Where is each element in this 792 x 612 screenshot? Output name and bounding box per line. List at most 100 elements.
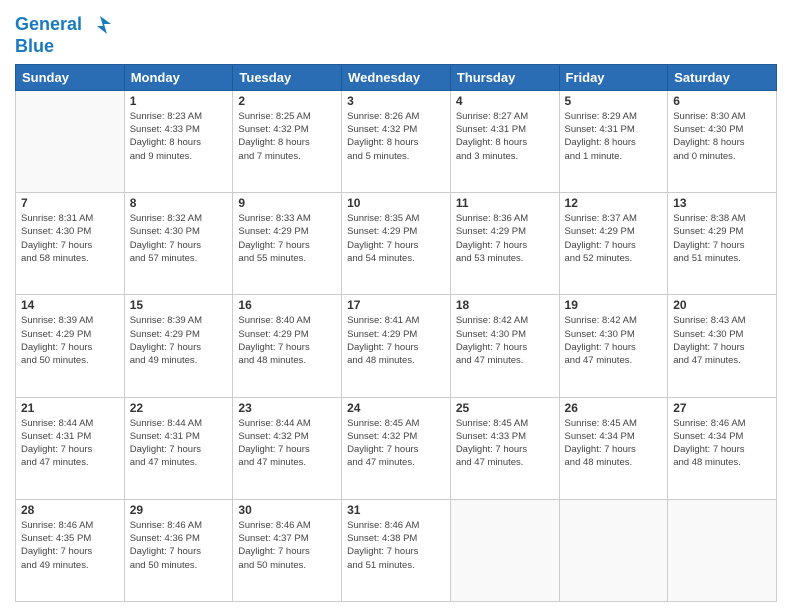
weekday-header-sunday: Sunday bbox=[16, 64, 125, 90]
calendar-week-2: 7 Sunrise: 8:31 AM Sunset: 4:30 PM Daylig… bbox=[16, 193, 777, 295]
day-info: Sunrise: 8:31 AM Sunset: 4:30 PM Dayligh… bbox=[21, 212, 119, 265]
logo-bird-icon bbox=[89, 14, 111, 36]
day-number: 13 bbox=[673, 196, 771, 210]
day-number: 9 bbox=[238, 196, 336, 210]
calendar-week-3: 14 Sunrise: 8:39 AM Sunset: 4:29 PM Dayli… bbox=[16, 295, 777, 397]
day-number: 6 bbox=[673, 94, 771, 108]
day-number: 4 bbox=[456, 94, 554, 108]
calendar-cell bbox=[668, 499, 777, 601]
calendar-cell: 20Sunrise: 8:43 AM Sunset: 4:30 PM Dayli… bbox=[668, 295, 777, 397]
day-info: Sunrise: 8:42 AM Sunset: 4:30 PM Dayligh… bbox=[456, 314, 554, 367]
day-number: 1 bbox=[130, 94, 228, 108]
day-number: 14 bbox=[21, 298, 119, 312]
day-info: Sunrise: 8:36 AM Sunset: 4:29 PM Dayligh… bbox=[456, 212, 554, 265]
day-number: 22 bbox=[130, 401, 228, 415]
day-number: 23 bbox=[238, 401, 336, 415]
day-number: 24 bbox=[347, 401, 445, 415]
day-info: Sunrise: 8:39 AM Sunset: 4:29 PM Dayligh… bbox=[21, 314, 119, 367]
calendar-cell: 29 Sunrise: 8:46 AM Sunset: 4:36 PM Dayli… bbox=[124, 499, 233, 601]
day-number: 10 bbox=[347, 196, 445, 210]
day-info: Sunrise: 8:44 AM Sunset: 4:31 PM Dayligh… bbox=[130, 417, 228, 470]
calendar-cell: 13 Sunrise: 8:38 AM Sunset: 4:29 PM Dayli… bbox=[668, 193, 777, 295]
day-number: 31 bbox=[347, 503, 445, 517]
calendar-cell: 17Sunrise: 8:41 AM Sunset: 4:29 PM Dayli… bbox=[342, 295, 451, 397]
day-info: Sunrise: 8:26 AM Sunset: 4:32 PM Dayligh… bbox=[347, 110, 445, 163]
day-info: Sunrise: 8:40 AM Sunset: 4:29 PM Dayligh… bbox=[238, 314, 336, 367]
day-info: Sunrise: 8:45 AM Sunset: 4:34 PM Dayligh… bbox=[565, 417, 663, 470]
calendar-cell: 3 Sunrise: 8:26 AM Sunset: 4:32 PM Daylig… bbox=[342, 90, 451, 192]
day-info: Sunrise: 8:46 AM Sunset: 4:35 PM Dayligh… bbox=[21, 519, 119, 572]
logo-text-block: General Blue bbox=[15, 14, 111, 58]
day-info: Sunrise: 8:25 AM Sunset: 4:32 PM Dayligh… bbox=[238, 110, 336, 163]
day-info: Sunrise: 8:44 AM Sunset: 4:32 PM Dayligh… bbox=[238, 417, 336, 470]
calendar-cell bbox=[16, 90, 125, 192]
calendar-cell: 11Sunrise: 8:36 AM Sunset: 4:29 PM Dayli… bbox=[450, 193, 559, 295]
day-info: Sunrise: 8:29 AM Sunset: 4:31 PM Dayligh… bbox=[565, 110, 663, 163]
calendar-cell: 2 Sunrise: 8:25 AM Sunset: 4:32 PM Daylig… bbox=[233, 90, 342, 192]
day-number: 3 bbox=[347, 94, 445, 108]
calendar-cell: 21 Sunrise: 8:44 AM Sunset: 4:31 PM Dayli… bbox=[16, 397, 125, 499]
page: General Blue SundayMondayTuesdayWednesda… bbox=[0, 0, 792, 612]
day-number: 12 bbox=[565, 196, 663, 210]
calendar-cell: 27 Sunrise: 8:46 AM Sunset: 4:34 PM Dayli… bbox=[668, 397, 777, 499]
calendar-week-5: 28 Sunrise: 8:46 AM Sunset: 4:35 PM Dayli… bbox=[16, 499, 777, 601]
day-info: Sunrise: 8:35 AM Sunset: 4:29 PM Dayligh… bbox=[347, 212, 445, 265]
day-info: Sunrise: 8:44 AM Sunset: 4:31 PM Dayligh… bbox=[21, 417, 119, 470]
calendar-cell: 25Sunrise: 8:45 AM Sunset: 4:33 PM Dayli… bbox=[450, 397, 559, 499]
day-info: Sunrise: 8:33 AM Sunset: 4:29 PM Dayligh… bbox=[238, 212, 336, 265]
calendar-cell: 9 Sunrise: 8:33 AM Sunset: 4:29 PM Daylig… bbox=[233, 193, 342, 295]
calendar-cell: 6 Sunrise: 8:30 AM Sunset: 4:30 PM Daylig… bbox=[668, 90, 777, 192]
weekday-header-friday: Friday bbox=[559, 64, 668, 90]
day-info: Sunrise: 8:46 AM Sunset: 4:36 PM Dayligh… bbox=[130, 519, 228, 572]
calendar-table: SundayMondayTuesdayWednesdayThursdayFrid… bbox=[15, 64, 777, 602]
day-number: 27 bbox=[673, 401, 771, 415]
calendar-cell: 5 Sunrise: 8:29 AM Sunset: 4:31 PM Daylig… bbox=[559, 90, 668, 192]
day-info: Sunrise: 8:30 AM Sunset: 4:30 PM Dayligh… bbox=[673, 110, 771, 163]
calendar-cell: 4Sunrise: 8:27 AM Sunset: 4:31 PM Daylig… bbox=[450, 90, 559, 192]
day-number: 21 bbox=[21, 401, 119, 415]
day-info: Sunrise: 8:37 AM Sunset: 4:29 PM Dayligh… bbox=[565, 212, 663, 265]
logo-blue: Blue bbox=[15, 36, 111, 58]
day-number: 8 bbox=[130, 196, 228, 210]
day-info: Sunrise: 8:38 AM Sunset: 4:29 PM Dayligh… bbox=[673, 212, 771, 265]
weekday-header-monday: Monday bbox=[124, 64, 233, 90]
calendar-cell: 18 Sunrise: 8:42 AM Sunset: 4:30 PM Dayli… bbox=[450, 295, 559, 397]
header: General Blue bbox=[15, 10, 777, 58]
calendar-cell: 8 Sunrise: 8:32 AM Sunset: 4:30 PM Daylig… bbox=[124, 193, 233, 295]
calendar-cell: 28 Sunrise: 8:46 AM Sunset: 4:35 PM Dayli… bbox=[16, 499, 125, 601]
calendar-cell: 14 Sunrise: 8:39 AM Sunset: 4:29 PM Dayli… bbox=[16, 295, 125, 397]
calendar-cell: 22 Sunrise: 8:44 AM Sunset: 4:31 PM Dayli… bbox=[124, 397, 233, 499]
day-number: 2 bbox=[238, 94, 336, 108]
calendar-header-row: SundayMondayTuesdayWednesdayThursdayFrid… bbox=[16, 64, 777, 90]
weekday-header-tuesday: Tuesday bbox=[233, 64, 342, 90]
day-number: 30 bbox=[238, 503, 336, 517]
calendar-cell bbox=[559, 499, 668, 601]
day-number: 16 bbox=[238, 298, 336, 312]
calendar-cell bbox=[450, 499, 559, 601]
calendar-cell: 31Sunrise: 8:46 AM Sunset: 4:38 PM Dayli… bbox=[342, 499, 451, 601]
calendar-cell: 23 Sunrise: 8:44 AM Sunset: 4:32 PM Dayli… bbox=[233, 397, 342, 499]
calendar-cell: 12 Sunrise: 8:37 AM Sunset: 4:29 PM Dayli… bbox=[559, 193, 668, 295]
day-number: 18 bbox=[456, 298, 554, 312]
calendar-cell: 26Sunrise: 8:45 AM Sunset: 4:34 PM Dayli… bbox=[559, 397, 668, 499]
calendar-cell: 7 Sunrise: 8:31 AM Sunset: 4:30 PM Daylig… bbox=[16, 193, 125, 295]
logo-general: General bbox=[15, 14, 82, 34]
day-info: Sunrise: 8:41 AM Sunset: 4:29 PM Dayligh… bbox=[347, 314, 445, 367]
day-number: 19 bbox=[565, 298, 663, 312]
logo: General Blue bbox=[15, 14, 111, 58]
weekday-header-wednesday: Wednesday bbox=[342, 64, 451, 90]
weekday-header-saturday: Saturday bbox=[668, 64, 777, 90]
day-info: Sunrise: 8:46 AM Sunset: 4:34 PM Dayligh… bbox=[673, 417, 771, 470]
calendar-cell: 10 Sunrise: 8:35 AM Sunset: 4:29 PM Dayli… bbox=[342, 193, 451, 295]
day-info: Sunrise: 8:23 AM Sunset: 4:33 PM Dayligh… bbox=[130, 110, 228, 163]
day-number: 29 bbox=[130, 503, 228, 517]
day-info: Sunrise: 8:43 AM Sunset: 4:30 PM Dayligh… bbox=[673, 314, 771, 367]
day-number: 7 bbox=[21, 196, 119, 210]
calendar-week-4: 21 Sunrise: 8:44 AM Sunset: 4:31 PM Dayli… bbox=[16, 397, 777, 499]
calendar-cell: 24 Sunrise: 8:45 AM Sunset: 4:32 PM Dayli… bbox=[342, 397, 451, 499]
day-info: Sunrise: 8:32 AM Sunset: 4:30 PM Dayligh… bbox=[130, 212, 228, 265]
day-number: 5 bbox=[565, 94, 663, 108]
day-number: 28 bbox=[21, 503, 119, 517]
calendar-week-1: 1 Sunrise: 8:23 AM Sunset: 4:33 PM Daylig… bbox=[16, 90, 777, 192]
day-info: Sunrise: 8:45 AM Sunset: 4:32 PM Dayligh… bbox=[347, 417, 445, 470]
